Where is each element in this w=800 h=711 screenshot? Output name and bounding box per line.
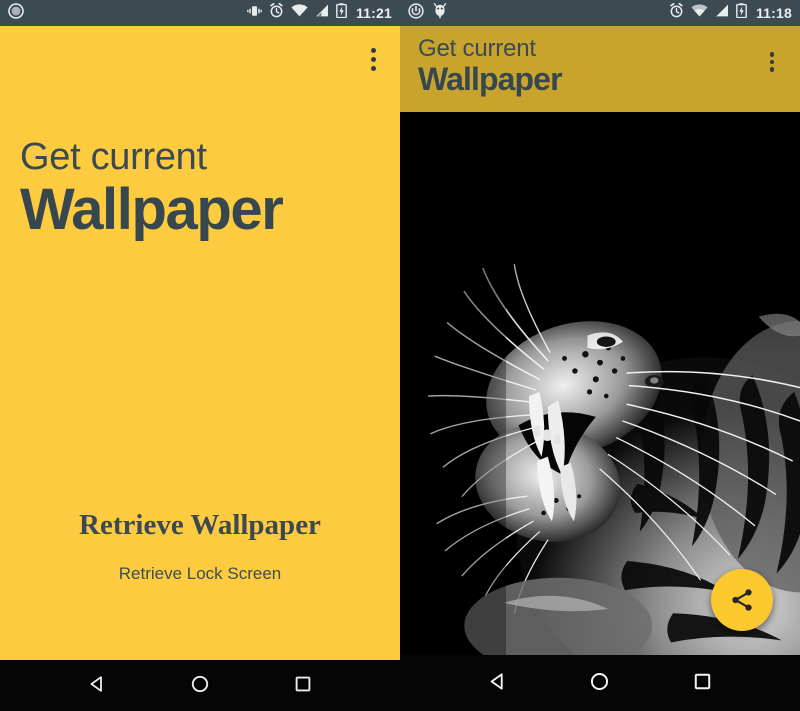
- nav-back-button[interactable]: [74, 666, 120, 706]
- recents-square-icon: [692, 671, 713, 695]
- signal-icon: [715, 4, 729, 22]
- nav-home-button[interactable]: [177, 666, 223, 706]
- app-bar-title-line1: Get current: [418, 35, 536, 62]
- share-icon: [729, 587, 755, 613]
- action-buttons-group: Retrieve Wallpaper Retrieve Lock Screen: [0, 509, 400, 584]
- home-circle-icon: [190, 674, 210, 697]
- nav-home-button[interactable]: [577, 663, 623, 703]
- back-triangle-icon: [87, 674, 107, 697]
- nav-recents-button[interactable]: [280, 666, 326, 706]
- nav-bar-left: [0, 660, 400, 711]
- nav-back-button[interactable]: [474, 663, 520, 703]
- status-bar-time-right: 11:18: [755, 5, 792, 21]
- battery-charging-icon: [336, 3, 347, 23]
- page-title-line1: Get current: [20, 136, 207, 178]
- wifi-icon: [691, 4, 708, 22]
- status-bar-time-left: 11:21: [355, 5, 392, 21]
- back-triangle-icon: [487, 671, 508, 695]
- overflow-dot: [370, 56, 376, 62]
- battery-charging-icon: [736, 3, 747, 23]
- vibrate-icon: [247, 4, 262, 23]
- alarm-icon: [669, 2, 684, 23]
- overflow-dot: [370, 47, 376, 53]
- overflow-dot: [769, 67, 775, 72]
- page-title-line2: Wallpaper: [20, 176, 284, 242]
- share-fab-button[interactable]: [711, 569, 773, 631]
- screenshot-pair: 11:21 Get current Wallpaper Retrieve Wal…: [0, 0, 800, 711]
- overflow-dot: [769, 52, 775, 57]
- nav-bar-right: [400, 655, 800, 711]
- circle-notification-icon: [8, 2, 24, 24]
- alarm-icon: [269, 2, 284, 23]
- status-bar-system-icons-left: 11:21: [247, 2, 392, 23]
- left-screen-content: Get current Wallpaper Retrieve Wallpaper…: [0, 26, 400, 660]
- wifi-icon: [291, 4, 308, 22]
- right-screen: 11:18 Get current Wallpaper: [400, 0, 800, 711]
- nav-recents-button[interactable]: [680, 663, 726, 703]
- status-bar-right: 11:18: [400, 0, 800, 26]
- status-bar-notifications-left: [8, 2, 247, 24]
- recents-square-icon: [293, 674, 313, 697]
- retrieve-lock-screen-button[interactable]: Retrieve Lock Screen: [119, 564, 282, 584]
- status-bar-notifications-right: [408, 2, 669, 24]
- left-screen: 11:21 Get current Wallpaper Retrieve Wal…: [0, 0, 400, 711]
- app-bar-title-line2: Wallpaper: [418, 60, 563, 97]
- power-sync-icon: [408, 2, 424, 24]
- status-bar-system-icons-right: 11:18: [669, 2, 792, 23]
- home-circle-icon: [589, 671, 610, 695]
- overflow-dot: [370, 65, 376, 71]
- app-bar: Get current Wallpaper: [400, 26, 800, 112]
- bug-icon: [433, 2, 447, 24]
- signal-icon: [315, 4, 329, 22]
- retrieve-wallpaper-button[interactable]: Retrieve Wallpaper: [79, 509, 321, 542]
- wallpaper-preview[interactable]: [400, 112, 800, 655]
- overflow-menu-button-right[interactable]: [755, 44, 789, 80]
- status-bar-left: 11:21: [0, 0, 400, 26]
- page-title-left: Get current Wallpaper: [0, 136, 400, 242]
- overflow-menu-button-left[interactable]: [356, 38, 390, 80]
- overflow-dot: [769, 59, 775, 65]
